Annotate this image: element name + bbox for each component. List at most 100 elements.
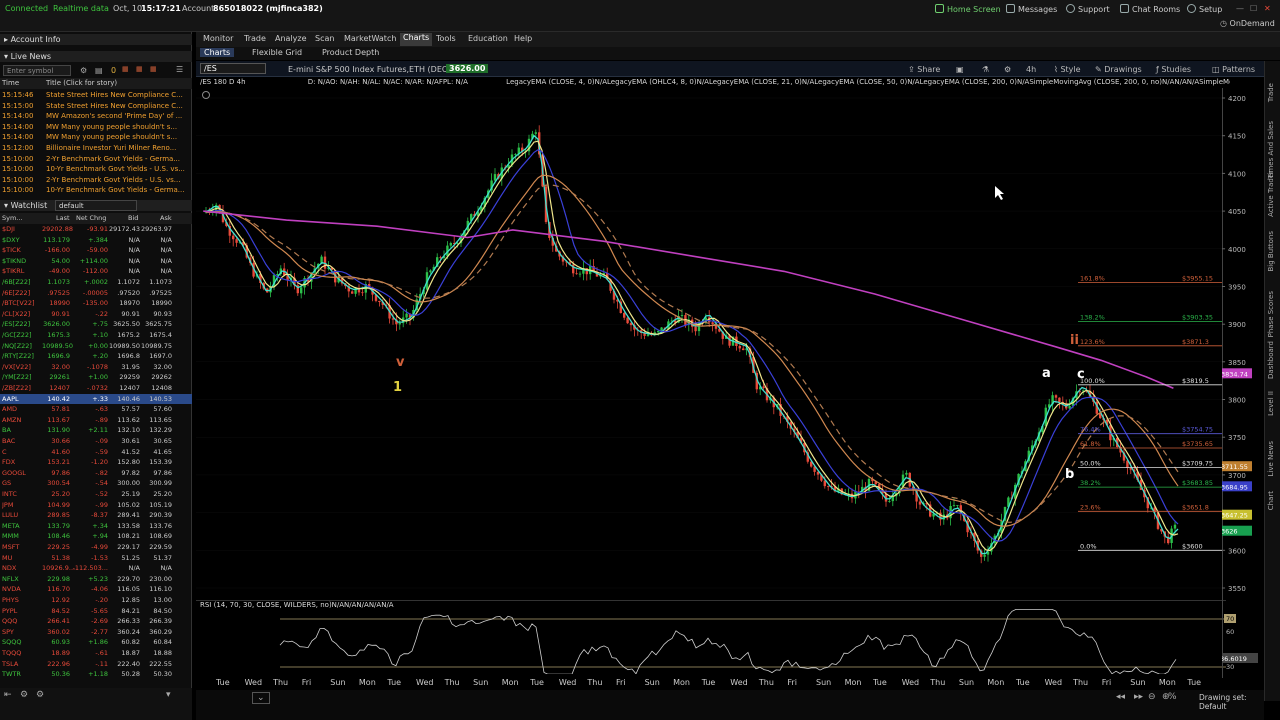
chart-symbol-input[interactable]: /ES	[200, 63, 266, 74]
tab-monitor[interactable]: Monitor	[203, 34, 233, 43]
watchlist-row[interactable]: $DJI 29202.88 -93.91 29172.43 29263.97	[0, 224, 192, 235]
ondemand-button[interactable]: ◷ OnDemand	[1220, 19, 1275, 28]
zoom-out-icon[interactable]: ⊖	[1148, 692, 1156, 702]
news-alert-icon[interactable]: ▦	[150, 65, 157, 73]
watchlist-row[interactable]: QQQ 266.41 -2.69 266.33 266.39	[0, 616, 192, 627]
gear-icon[interactable]: ⚙	[80, 66, 87, 75]
wave-label[interactable]: 1	[393, 380, 402, 395]
subtab-product-depth[interactable]: Product Depth	[322, 48, 379, 57]
news-row[interactable]: 15:10:00 2-Yr Benchmark Govt Yields - Ger…	[0, 154, 192, 165]
subtab-flexible-grid[interactable]: Flexible Grid	[252, 48, 302, 57]
gadget-tab-phase-scores[interactable]: Phase Scores	[1267, 291, 1275, 337]
expand-icon[interactable]: ⇤	[4, 690, 12, 700]
news-row[interactable]: 15:15:00 State Street Hires New Complianc…	[0, 101, 192, 112]
watchlist-row[interactable]: BAC 30.66 -.09 30.61 30.65	[0, 436, 192, 447]
tab-education[interactable]: Education	[468, 34, 508, 43]
watchlist-row[interactable]: /RTY[Z22] 1696.9 +.20 1696.8 1697.0	[0, 351, 192, 362]
price-chart[interactable]: 161.8% $3955.15138.2% $3903.35123.6% $3871.…	[196, 88, 1226, 598]
tab-trade[interactable]: Trade	[244, 34, 266, 43]
watchlist-row[interactable]: /VX[V22] 32.00 -.1078 31.95 32.00	[0, 362, 192, 373]
layout-icon[interactable]: ▣	[956, 65, 964, 74]
tab-tools[interactable]: Tools	[436, 34, 456, 43]
news-row[interactable]: 15:14:00 MW Amazon's second 'Prime Day' o…	[0, 111, 192, 122]
watchlist-row[interactable]: GS 300.54 -.54 300.00 300.99	[0, 478, 192, 489]
watchlist-row[interactable]: $DXY 113.179 +.384 N/A N/A	[0, 235, 192, 246]
watchlist-row[interactable]: /BTC[V22] 18990 -135.00 18970 18990	[0, 298, 192, 309]
gear-icon[interactable]: ⚙	[20, 690, 28, 700]
gadget-tab-times-and-sales[interactable]: Times And Sales	[1267, 121, 1275, 179]
watchlist-row[interactable]: MSFT 229.25 -4.99 229.17 229.59	[0, 542, 192, 553]
subtab-charts[interactable]: Charts	[200, 48, 235, 57]
watchlist-row[interactable]: /NQ[Z22] 10989.50 +0.00 10989.50 10989.75	[0, 341, 192, 352]
gadget-tab-dashboard[interactable]: Dashboard	[1267, 341, 1275, 379]
scroll-left-icon[interactable]: ◂◂	[1116, 692, 1125, 702]
watchlist-row[interactable]: LULU 289.85 -8.37 289.41 290.39	[0, 510, 192, 521]
news-col-title[interactable]: Title (Click for story)	[46, 78, 117, 89]
watchlist-row[interactable]: AMZN 113.67 -.89 113.62 113.65	[0, 415, 192, 426]
watchlist-row[interactable]: /ES[Z22] 3626.00 +.75 3625.50 3625.75	[0, 319, 192, 330]
gadget-tab-live-news[interactable]: Live News	[1267, 441, 1275, 476]
flask-icon[interactable]: ⚗	[982, 65, 989, 74]
watchlist-row[interactable]: GOOGL 97.86 -.82 97.82 97.86	[0, 468, 192, 479]
news-grid-icon[interactable]: ▦	[136, 65, 143, 73]
watchlist-row[interactable]: PYPL 84.52 -5.65 84.21 84.50	[0, 606, 192, 617]
wave-label[interactable]: c	[1077, 367, 1085, 382]
watchlist-row[interactable]: $TICK -166.00 -59.00 N/A N/A	[0, 245, 192, 256]
minimize-window-button[interactable]: —	[1236, 4, 1244, 13]
timeframe-button[interactable]: 4h	[1026, 65, 1036, 74]
setup-button[interactable]: Setup	[1187, 4, 1222, 14]
news-row[interactable]: 15:10:00 10-Yr Benchmark Govt Yields - U.…	[0, 164, 192, 175]
watch-col-bid[interactable]: Bid	[128, 213, 138, 224]
watchlist-row[interactable]: /ZB[Z22] 12407 -.0732 12407 12408	[0, 383, 192, 394]
gadget-tab-level-ii[interactable]: Level II	[1267, 391, 1275, 416]
tab-scan[interactable]: Scan	[315, 34, 334, 43]
studies-button[interactable]: ƒ Studies	[1156, 65, 1191, 74]
news-col-time[interactable]: Time	[2, 78, 19, 89]
scroll-right-icon[interactable]: ▸▸	[1134, 692, 1143, 702]
news-row[interactable]: 15:10:00 2-Yr Benchmark Govt Yields - U.S…	[0, 175, 192, 186]
watchlist-row[interactable]: TWTR 50.36 +1.18 50.28 50.30	[0, 669, 192, 680]
watchlist-row[interactable]: MU 51.38 -1.53 51.25 51.37	[0, 553, 192, 564]
gadget-tab-active-trader[interactable]: Active Trader	[1267, 171, 1275, 217]
gadget-tab-chart[interactable]: Chart	[1267, 491, 1275, 510]
watchlist-row[interactable]: AAPL 140.42 +.33 140.46 140.53	[0, 393, 192, 405]
expand-panel-button[interactable]: ⌄	[252, 692, 270, 704]
tab-analyze[interactable]: Analyze	[275, 34, 307, 43]
watchlist-row[interactable]: SPY 360.02 -2.77 360.24 360.29	[0, 627, 192, 638]
watchlist-row[interactable]: INTC 25.20 -.52 25.19 25.20	[0, 489, 192, 500]
watchlist-row[interactable]: /YM[Z22] 29261 +1.00 29259 29262	[0, 372, 192, 383]
close-window-button[interactable]: ✕	[1264, 4, 1271, 13]
maximize-window-button[interactable]: ☐	[1250, 4, 1257, 13]
price-axis[interactable]: 4200 4150 4100 4050 4000 3950 3900 3850 3800 3750…	[1222, 88, 1264, 678]
patterns-button[interactable]: ◫ Patterns	[1212, 65, 1255, 74]
watch-col-symbol[interactable]: Sym...	[2, 213, 23, 224]
home-screen-button[interactable]: Home Screen	[935, 4, 1001, 14]
live-news-header[interactable]: ▾ Live News	[0, 51, 192, 62]
share-button[interactable]: ⇪ Share	[908, 65, 940, 74]
chat-rooms-button[interactable]: Chat Rooms	[1120, 4, 1180, 14]
watchlist-row[interactable]: $TIKND 54.00 +114.00 N/A N/A	[0, 256, 192, 267]
watch-col-last[interactable]: Last	[56, 213, 70, 224]
account-info-header[interactable]: ▸ Account Info	[0, 34, 192, 45]
account-value[interactable]: 865018022 (mjfinca382)	[213, 4, 323, 13]
news-row[interactable]: 15:10:00 10-Yr Benchmark Govt Yields - Ge…	[0, 185, 192, 196]
watchlist-row[interactable]: NDX 10926.9... -112.503... N/A N/A	[0, 563, 192, 574]
watchlist-row[interactable]: SQQQ 60.93 +1.86 60.82 60.84	[0, 637, 192, 648]
news-row[interactable]: 15:14:00 MW Many young people shouldn't s…	[0, 122, 192, 133]
gear-icon[interactable]: ⚙	[1004, 65, 1011, 74]
watch-col-ask[interactable]: Ask	[160, 213, 172, 224]
watchlist-row[interactable]: /6B[Z22] 1.1073 +.0002 1.1072 1.1073	[0, 277, 192, 288]
watchlist-row[interactable]: BA 131.90 +2.11 132.10 132.29	[0, 425, 192, 436]
wave-label[interactable]: ii	[1070, 333, 1079, 348]
watchlist-row[interactable]: FDX 153.21 -1.20 152.80 153.39	[0, 457, 192, 468]
chevron-down-icon[interactable]: ▾	[166, 690, 171, 700]
news-flag-icon[interactable]: ▦	[122, 65, 129, 73]
gadget-tab-trade[interactable]: Trade	[1267, 83, 1275, 102]
news-row[interactable]: 15:15:46 State Street Hires New Complianc…	[0, 90, 192, 101]
symbol-input[interactable]: Enter symbol	[3, 65, 71, 76]
watchlist-row[interactable]: TQQQ 18.89 -.61 18.87 18.88	[0, 648, 192, 659]
watchlist-row[interactable]: /CL[X22] 90.91 -.22 90.91 90.93	[0, 309, 192, 320]
watchlist-row[interactable]: /GC[Z22] 1675.3 +.10 1675.2 1675.4	[0, 330, 192, 341]
news-row[interactable]: 15:14:00 MW Many young people shouldn't s…	[0, 132, 192, 143]
percent-icon[interactable]: %	[1168, 692, 1177, 702]
